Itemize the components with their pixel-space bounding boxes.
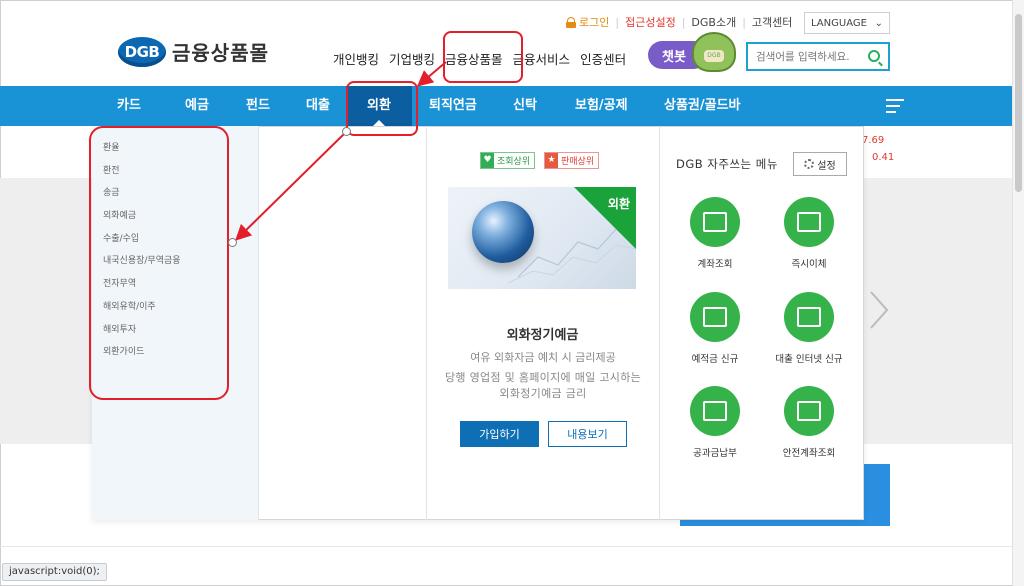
scrollbar-thumb[interactable] [1015, 14, 1022, 192]
annotation-arrows [235, 61, 447, 241]
annotation-dot [342, 127, 351, 136]
annotation-dot [228, 238, 237, 247]
